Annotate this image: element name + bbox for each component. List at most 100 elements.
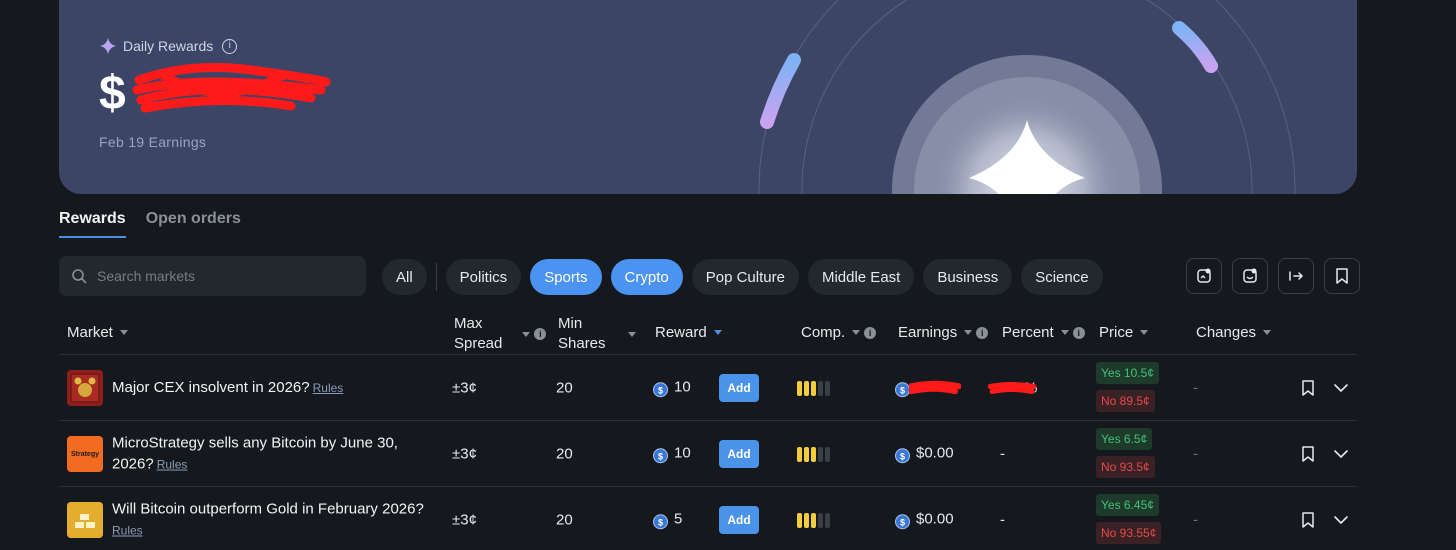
col-changes[interactable]: Changes [1196, 324, 1272, 341]
filter-politics[interactable]: Politics [445, 259, 522, 295]
filter-pop-culture[interactable]: Pop Culture [691, 259, 799, 295]
col-max-spread-label-1: Max [454, 315, 483, 332]
col-min-shares-label-2: Shares [558, 335, 606, 352]
max-spread-value: ±3¢ [452, 445, 477, 462]
sort-caret-icon [522, 331, 531, 337]
gold-bars-icon [67, 502, 103, 538]
yes-price-button[interactable]: Yes 6.5¢ [1096, 428, 1153, 450]
col-max-spread[interactable]: Max Spread i [454, 314, 547, 354]
search-input[interactable] [97, 268, 337, 284]
info-icon[interactable]: i [534, 328, 547, 340]
bookmark-icon[interactable] [1300, 445, 1316, 463]
reward-doc-icon [1197, 268, 1211, 283]
filter-business[interactable]: Business [923, 259, 1013, 295]
filter-middle-east[interactable]: Middle East [807, 259, 915, 295]
col-earnings[interactable]: Earnings i [898, 324, 989, 341]
rules-link[interactable]: Rules [157, 457, 188, 471]
reward-value: $5 [653, 510, 682, 530]
yes-price-button[interactable]: Yes 10.5¢ [1096, 362, 1159, 384]
col-market[interactable]: Market [67, 324, 128, 341]
search-box [59, 256, 366, 296]
no-price-button[interactable]: No 89.5¢ [1096, 390, 1155, 412]
chevron-down-icon[interactable] [1332, 379, 1350, 397]
category-filters: All Politics Sports Crypto Pop Culture M… [382, 259, 1103, 295]
tab-open-orders[interactable]: Open orders [146, 210, 241, 238]
table-row[interactable]: Major CEX insolvent in 2026? Rules ±3¢ 20… [59, 355, 1357, 421]
col-percent[interactable]: Percent i [1002, 324, 1085, 341]
col-comp-label: Comp. [801, 324, 846, 341]
rules-link[interactable]: Rules [313, 381, 344, 395]
chevron-down-icon[interactable] [1332, 511, 1350, 529]
main-tabs: Rewards Open orders [59, 210, 241, 238]
min-shares-value: 20 [556, 511, 573, 528]
bookmark-filter-button[interactable] [1324, 258, 1360, 294]
info-icon[interactable]: i [1072, 326, 1085, 339]
market-title[interactable]: Will Bitcoin outperform Gold in February… [112, 498, 442, 541]
earnings-value: $ $0.00 [895, 444, 954, 464]
reward-amount: 10 [674, 443, 691, 461]
bookmark-icon[interactable] [1300, 511, 1316, 529]
max-spread-value: ±3¢ [452, 379, 477, 396]
sort-caret-icon [964, 330, 973, 335]
usdc-coin-icon: $ [653, 448, 668, 464]
col-reward[interactable]: Reward [655, 324, 722, 341]
usdc-coin-icon: $ [895, 382, 910, 398]
col-min-shares[interactable]: Min Shares [558, 314, 636, 354]
competition-meter [797, 513, 830, 528]
sort-caret-icon [852, 330, 861, 335]
market-thumbnail: Strategy [67, 436, 103, 472]
reward-amount: 5 [674, 509, 683, 527]
add-button[interactable]: Add [719, 374, 759, 402]
market-title[interactable]: MicroStrategy sells any Bitcoin by June … [112, 432, 442, 475]
info-icon[interactable]: i [864, 326, 877, 339]
col-price[interactable]: Price [1099, 324, 1149, 341]
bookmark-icon [1336, 268, 1348, 284]
market-title-text[interactable]: MicroStrategy sells any Bitcoin by June … [112, 434, 398, 472]
earnings-amount-cell: $0.00 [916, 443, 954, 461]
no-price-button[interactable]: No 93.55¢ [1096, 522, 1162, 544]
market-title-text[interactable]: Major CEX insolvent in 2026? [112, 379, 310, 396]
info-icon[interactable]: i [222, 38, 238, 54]
yes-price-button[interactable]: Yes 6.45¢ [1096, 494, 1159, 516]
col-market-label: Market [67, 324, 113, 341]
banner-title-text: Daily Rewards [123, 38, 214, 54]
market-title[interactable]: Major CEX insolvent in 2026? Rules [112, 377, 442, 399]
usdc-coin-icon: $ [895, 514, 910, 530]
earnings-doc-icon [1243, 268, 1257, 283]
share-arrow-icon [1289, 271, 1304, 281]
earnings-amount: $ [99, 67, 127, 120]
filter-all[interactable]: All [382, 259, 427, 295]
filter-science[interactable]: Science [1021, 259, 1103, 295]
earnings-value: $ $0.00 [895, 510, 954, 530]
earnings-amount-cell: $0.00 [916, 509, 954, 527]
sort-caret-icon [1140, 330, 1149, 335]
table-row[interactable]: Strategy MicroStrategy sells any Bitcoin… [59, 421, 1357, 487]
info-icon[interactable]: i [976, 326, 989, 339]
share-button[interactable] [1278, 258, 1314, 294]
max-spread-value: ±3¢ [452, 511, 477, 528]
chevron-down-icon[interactable] [1332, 445, 1350, 463]
filter-crypto[interactable]: Crypto [610, 259, 683, 295]
changes-value: - [1193, 445, 1198, 462]
earnings-doc-button[interactable] [1232, 258, 1268, 294]
col-changes-label: Changes [1196, 324, 1257, 341]
cex-vault-icon [70, 373, 100, 403]
banner-title: Daily Rewards i [99, 37, 238, 55]
rules-link[interactable]: Rules [112, 523, 143, 537]
strategy-logo-text: Strategy [70, 450, 99, 458]
reward-value: $10 [653, 378, 691, 398]
market-title-text[interactable]: Will Bitcoin outperform Gold in February… [112, 500, 424, 517]
add-button[interactable]: Add [719, 506, 759, 534]
col-min-shares-label-1: Min [558, 315, 583, 332]
sort-caret-icon [627, 331, 636, 337]
table-row[interactable]: Will Bitcoin outperform Gold in February… [59, 487, 1357, 550]
no-price-button[interactable]: No 93.5¢ [1096, 456, 1155, 478]
bookmark-icon[interactable] [1300, 379, 1316, 397]
tab-rewards[interactable]: Rewards [59, 210, 126, 238]
col-comp[interactable]: Comp. i [801, 324, 877, 341]
percent-value: - [1000, 445, 1005, 462]
add-button[interactable]: Add [719, 440, 759, 468]
min-shares-value: 20 [556, 445, 573, 462]
reward-doc-button[interactable] [1186, 258, 1222, 294]
filter-sports[interactable]: Sports [530, 259, 602, 295]
